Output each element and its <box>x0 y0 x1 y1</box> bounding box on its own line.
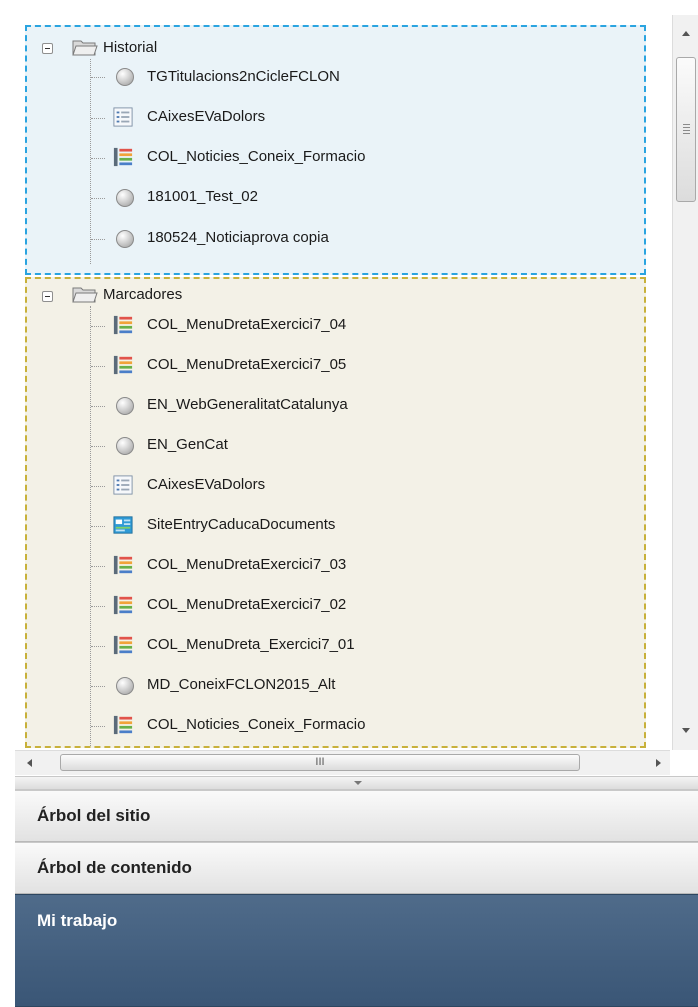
tab-mi-trabajo-label: Mi trabajo <box>37 911 118 930</box>
colored-list-icon <box>113 315 133 335</box>
horizontal-scrollbar[interactable]: III <box>15 750 670 775</box>
tab-mi-trabajo[interactable]: Mi trabajo <box>15 894 698 1007</box>
site-entry-icon <box>113 516 133 534</box>
colored-list-icon <box>113 555 133 575</box>
grey-orb-icon <box>116 189 134 207</box>
collapse-historial-icon[interactable] <box>42 43 53 54</box>
collapse-marcadores-icon[interactable] <box>42 291 53 302</box>
item-label: COL_MenuDretaExercici7_02 <box>147 596 347 613</box>
item-label: COL_MenuDretaExercici7_05 <box>147 356 347 373</box>
item-label: CAixesEVaDolors <box>147 476 266 493</box>
item-label: TGTitulacions2nCicleFCLON <box>147 68 340 85</box>
item-label: SiteEntryCaducaDocuments <box>147 516 336 533</box>
grey-orb-icon <box>116 230 134 248</box>
tab-arbol-de-contenido[interactable]: Árbol de contenido <box>15 842 698 894</box>
historial-group: Historial TGTitulacions2nCicleFCLON CAix… <box>25 25 646 275</box>
list-document-icon <box>113 475 133 495</box>
item-label: EN_WebGeneralitatCatalunya <box>147 396 348 413</box>
scroll-down-arrow-icon[interactable] <box>681 727 691 735</box>
colored-list-icon <box>113 355 133 375</box>
marcadores-group: Marcadores COL_MenuDretaExercici7_04 COL… <box>25 277 646 748</box>
grey-orb-icon <box>116 68 134 86</box>
colored-list-icon <box>113 635 133 655</box>
work-panel: Historial TGTitulacions2nCicleFCLON CAix… <box>0 0 698 1007</box>
historial-label[interactable]: Historial <box>103 39 157 56</box>
colored-list-icon <box>113 147 133 167</box>
item-label: 180524_Noticiaprova copia <box>147 229 329 246</box>
grey-orb-icon <box>116 677 134 695</box>
item-label: 181001_Test_02 <box>147 188 258 205</box>
marcadores-label[interactable]: Marcadores <box>103 286 182 303</box>
grey-orb-icon <box>116 397 134 415</box>
collapse-down-icon[interactable] <box>353 780 363 786</box>
item-label: CAixesEVaDolors <box>147 108 266 125</box>
open-folder-icon <box>72 40 98 56</box>
colored-list-icon <box>113 715 133 735</box>
scroll-right-arrow-icon[interactable] <box>655 758 663 768</box>
tree-view: Historial TGTitulacions2nCicleFCLON CAix… <box>15 15 670 750</box>
item-label: COL_MenuDreta_Exercici7_01 <box>147 636 355 653</box>
scroll-left-arrow-icon[interactable] <box>25 758 33 768</box>
vertical-scrollbar[interactable] <box>672 15 698 750</box>
item-label: COL_MenuDretaExercici7_03 <box>147 556 347 573</box>
panel-splitter[interactable] <box>15 776 698 790</box>
tree-line <box>90 59 91 264</box>
scroll-up-arrow-icon[interactable] <box>681 29 691 37</box>
grey-orb-icon <box>116 437 134 455</box>
list-document-icon <box>113 107 133 127</box>
item-label: EN_GenCat <box>147 436 228 453</box>
vertical-scroll-thumb[interactable] <box>676 57 696 202</box>
item-label: COL_MenuDretaExercici7_04 <box>147 316 347 333</box>
item-label: MD_ConeixFCLON2015_Alt <box>147 676 336 693</box>
open-folder-icon <box>72 287 98 303</box>
tab-arbol-del-sitio[interactable]: Árbol del sitio <box>15 790 698 842</box>
item-label: COL_Noticies_Coneix_Formacio <box>147 716 366 733</box>
colored-list-icon <box>113 595 133 615</box>
horizontal-scroll-thumb[interactable]: III <box>60 754 580 771</box>
item-label: COL_Noticies_Coneix_Formacio <box>147 148 366 165</box>
